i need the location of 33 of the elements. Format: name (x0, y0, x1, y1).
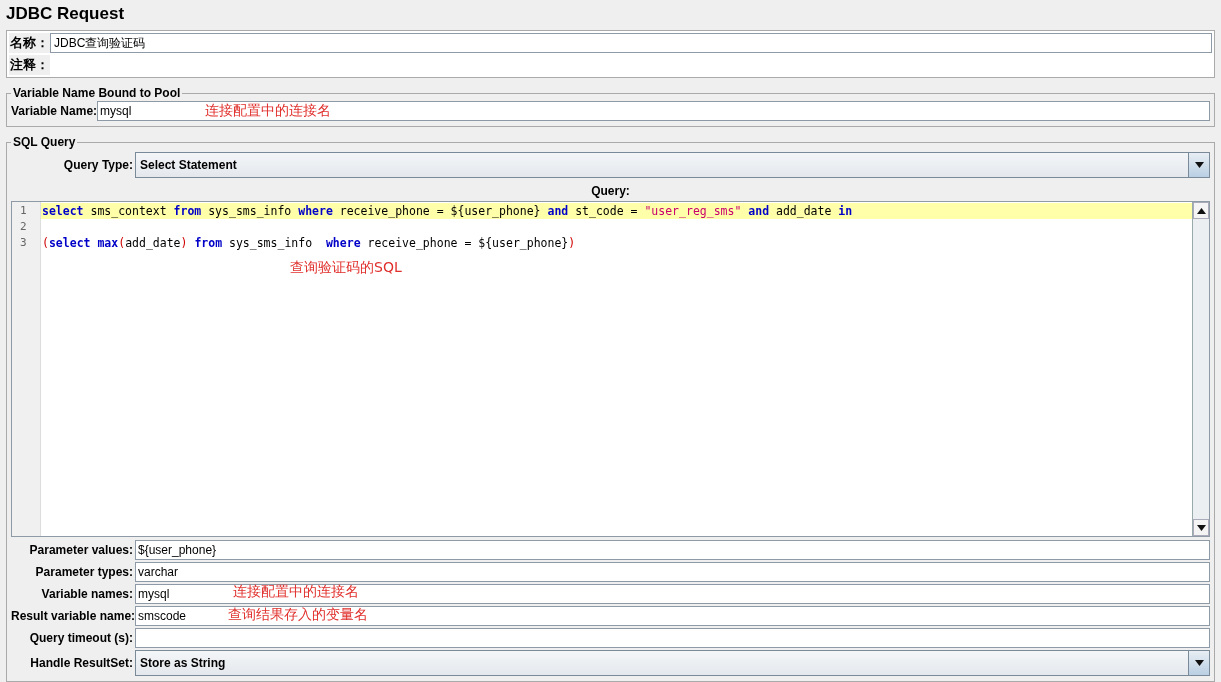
window-title: JDBC Request (6, 4, 126, 24)
field-label: Query Type: (62, 158, 134, 172)
input-field[interactable]: varchar (135, 562, 1210, 582)
field-label: Query timeout (s): (28, 631, 134, 645)
field-label: Parameter values: (28, 543, 134, 557)
code-line: (select max(add_date) from sys_sms_info where receive_phone = ${user_phone}) (41, 235, 577, 251)
dropdown-value: Select Statement (139, 157, 238, 174)
field-label: Parameter types: (34, 565, 134, 579)
resultset-dropdown[interactable]: Store as String (135, 650, 1210, 676)
field-label: Variable Name: (11, 104, 98, 118)
annotation-text: 查询结果存入的变量名 (228, 606, 368, 624)
field-label: Variable names: (40, 587, 134, 601)
query-type-dropdown[interactable]: Select Statement (135, 152, 1210, 178)
scroll-up-icon[interactable] (1193, 202, 1209, 219)
input-field[interactable] (135, 628, 1210, 648)
line-number: 2 (19, 219, 28, 235)
group-title: Variable Name Bound to Pool (12, 86, 182, 100)
query-label: Query: (590, 183, 631, 200)
group-title: SQL Query (12, 135, 77, 149)
name-field[interactable]: JDBC查询验证码 (50, 33, 1212, 53)
dropdown-value: Store as String (139, 655, 227, 672)
input-field[interactable]: ${user_phone} (135, 540, 1210, 560)
annotation-text: 连接配置中的连接名 (205, 102, 331, 120)
field-label: Handle ResultSet: (29, 656, 134, 670)
scrollbar[interactable] (1192, 202, 1209, 536)
annotation-text: 连接配置中的连接名 (233, 583, 359, 601)
field-label: 名称： (9, 34, 50, 52)
scroll-down-icon[interactable] (1193, 519, 1209, 536)
line-number: 1 (19, 203, 28, 219)
field-label: 注释： (9, 56, 50, 74)
field-label: Result variable name: (11, 609, 135, 623)
annotation-text: 查询验证码的SQL (290, 259, 402, 277)
line-number: 3 (19, 235, 28, 251)
